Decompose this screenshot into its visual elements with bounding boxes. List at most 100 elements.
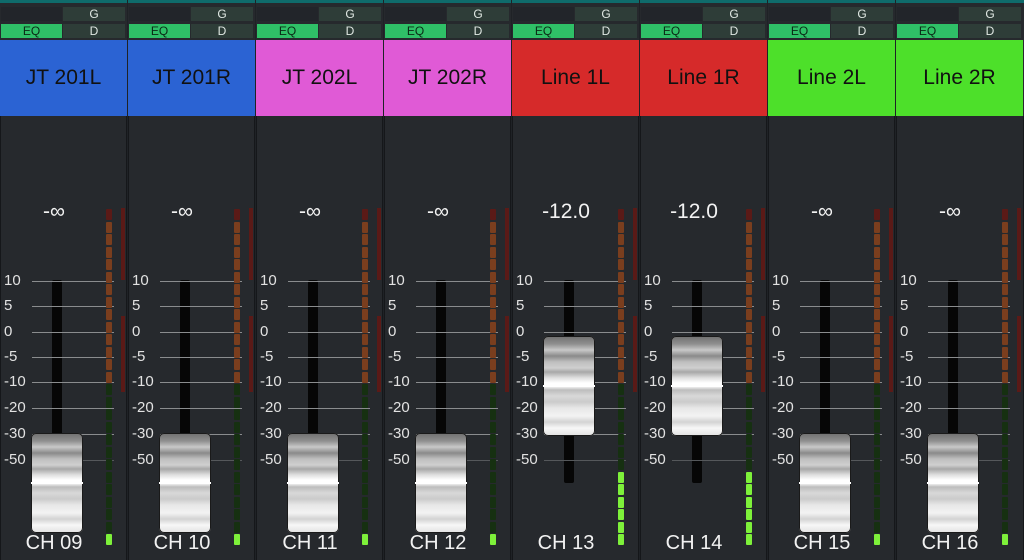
channel-name[interactable]: JT 202L [256,40,383,116]
fader-scale-label: -30 [260,425,282,442]
fader-scale-label: -5 [260,348,274,365]
meter-segment [106,284,112,295]
top-accent-line [128,0,255,3]
meter-segment [746,384,752,395]
eq-button[interactable]: EQ [513,24,574,38]
dynamics-button[interactable]: D [831,24,893,38]
eq-button[interactable]: EQ [897,24,958,38]
peak-indicator [121,316,125,392]
fader-scale-label: 5 [132,297,141,314]
fader-scale-label: 5 [516,297,525,314]
peak-indicator [121,208,125,280]
fader-scale-label: 10 [260,272,277,289]
meter-segment [234,271,240,283]
meter-segment [746,221,752,233]
channel-name[interactable]: JT 201R [128,40,255,116]
fader-scale-line [416,281,498,282]
eq-button[interactable]: EQ [641,24,702,38]
meter-segment [106,221,112,233]
group-button[interactable]: G [831,7,893,21]
meter-segment [618,396,624,408]
top-accent-line [0,0,127,3]
meter-segment [490,409,496,420]
meter-segment [1002,246,1008,258]
eq-button[interactable]: EQ [1,24,62,38]
eq-button[interactable]: EQ [769,24,830,38]
channel-name[interactable]: Line 2L [768,40,895,116]
meter-segment [234,534,240,545]
peak-indicator [633,316,637,392]
meter-segment [874,371,880,383]
fader-knob[interactable] [31,433,83,533]
group-button[interactable]: G [703,7,765,21]
group-button[interactable]: G [575,7,637,21]
meter-segment [746,509,752,520]
channel-name[interactable]: Line 1L [512,40,639,116]
fader-knob[interactable] [415,433,467,533]
group-button[interactable]: G [319,7,381,21]
meter-segment [618,309,624,320]
channel-name[interactable]: JT 201L [0,40,127,116]
fader-scale-label: -10 [772,373,794,390]
dynamics-button[interactable]: D [959,24,1021,38]
dynamics-button[interactable]: D [575,24,637,38]
fader-level-readout: -∞ [171,200,193,223]
peak-indicator [377,208,381,280]
fader-scale-label: -5 [516,348,530,365]
group-button[interactable]: G [447,7,509,21]
meter-segment [490,246,496,258]
group-button[interactable]: G [63,7,125,21]
meter-segment [1002,359,1008,370]
channel-name[interactable]: Line 1R [640,40,767,116]
empty-button-slot [257,7,318,21]
meter-segment [746,421,752,433]
fader-knob[interactable] [799,433,851,533]
meter-segment [362,446,368,458]
fader-scale-line [928,382,1010,383]
fader-scale-label: 5 [388,297,397,314]
meter-segment [490,321,496,333]
channel-name[interactable]: JT 202R [384,40,511,116]
channel-name[interactable]: Line 2R [896,40,1023,116]
fader-knob[interactable] [927,433,979,533]
meter-segment [490,521,496,533]
fader-scale-line [544,281,626,282]
meter-segment [1002,409,1008,420]
fader-scale-label: -50 [772,451,794,468]
meter-segment [618,234,624,245]
fader-scale-line [160,382,242,383]
peak-indicator [761,208,765,280]
fader-scale-label: -10 [260,373,282,390]
dynamics-button[interactable]: D [63,24,125,38]
meter-segment [106,296,112,308]
fader-knob[interactable] [671,336,723,436]
dynamics-button[interactable]: D [191,24,253,38]
meter-segment [234,521,240,533]
fader-scale-label: 5 [644,297,653,314]
fader-scale-line [800,281,882,282]
fader-knob[interactable] [543,336,595,436]
fader-knob[interactable] [159,433,211,533]
meter-segment [490,509,496,520]
fader-scale-label: -50 [260,451,282,468]
meter-segment [362,496,368,508]
meter-segment [874,409,880,420]
meter-segment [1002,209,1008,220]
eq-button[interactable]: EQ [257,24,318,38]
dynamics-button[interactable]: D [319,24,381,38]
group-button[interactable]: G [959,7,1021,21]
eq-button[interactable]: EQ [385,24,446,38]
fader-scale-label: 10 [644,272,661,289]
group-button[interactable]: G [191,7,253,21]
meter-segment [618,434,624,445]
fader-knob[interactable] [287,433,339,533]
fader-scale-label: -20 [772,399,794,416]
dynamics-button[interactable]: D [703,24,765,38]
meter-segment [106,396,112,408]
meter-segment [106,371,112,383]
dynamics-button[interactable]: D [447,24,509,38]
eq-button[interactable]: EQ [129,24,190,38]
meter-segment [490,234,496,245]
meter-segment [874,246,880,258]
fader-scale-line [32,332,114,333]
